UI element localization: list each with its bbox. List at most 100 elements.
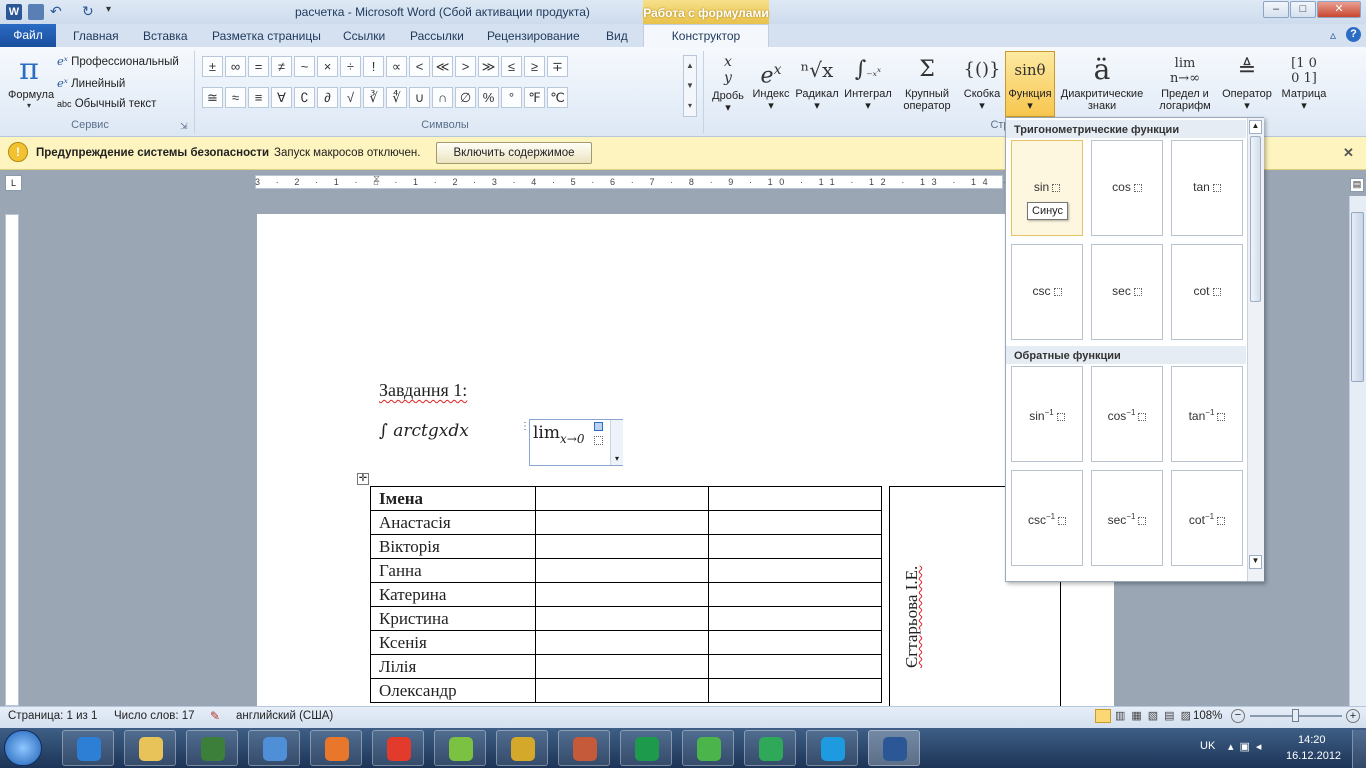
- inverse-function-cos[interactable]: cos−1: [1091, 366, 1163, 462]
- table-cell[interactable]: Анастасія: [370, 510, 536, 535]
- taskbar-firefox-button[interactable]: [310, 730, 362, 766]
- gallery-scroll-thumb[interactable]: [1250, 136, 1261, 302]
- start-button[interactable]: [4, 730, 42, 766]
- symbol-button[interactable]: ±: [202, 56, 223, 77]
- linear-button[interactable]: eˣ Линейный: [57, 76, 125, 90]
- limit-equation-box[interactable]: lim x→0 ▾: [529, 419, 623, 466]
- taskbar-qip-button[interactable]: [744, 730, 796, 766]
- scroll-down-icon[interactable]: ▼: [1249, 555, 1262, 569]
- clock-time[interactable]: 14:20: [1298, 734, 1326, 746]
- table-move-handle-icon[interactable]: ✛: [357, 473, 369, 485]
- symbol-button[interactable]: ∜: [386, 87, 407, 108]
- symbol-button[interactable]: ~: [294, 56, 315, 77]
- table-cell[interactable]: [708, 654, 882, 679]
- table-cell[interactable]: Імена: [370, 486, 536, 511]
- collapse-ribbon-icon[interactable]: ▵: [1330, 28, 1336, 42]
- symbol-button[interactable]: ∂: [317, 87, 338, 108]
- taskbar-icq-button[interactable]: [682, 730, 734, 766]
- index-button[interactable]: ex Индекс ▾: [750, 52, 792, 112]
- inverse-function-cot[interactable]: cot−1: [1171, 470, 1243, 566]
- word-app-icon[interactable]: W: [6, 4, 22, 20]
- symbol-button[interactable]: ÷: [340, 56, 361, 77]
- symbol-button[interactable]: ℃: [547, 87, 568, 108]
- tab-references[interactable]: Ссылки: [343, 26, 385, 47]
- maximize-button[interactable]: □: [1290, 1, 1316, 18]
- symbol-button[interactable]: ≤: [501, 56, 522, 77]
- inverse-function-sin[interactable]: sin−1: [1011, 366, 1083, 462]
- taskbar-word-button[interactable]: [868, 730, 920, 766]
- ruler-toggle-icon[interactable]: ▤: [1350, 178, 1364, 192]
- table-cell[interactable]: [535, 486, 709, 511]
- symbol-button[interactable]: ≈: [225, 87, 246, 108]
- taskbar-mail-button[interactable]: [248, 730, 300, 766]
- large-operator-button[interactable]: Σ Крупный оператор: [896, 52, 958, 112]
- table-cell[interactable]: [708, 678, 882, 703]
- tab-file[interactable]: Файл: [0, 24, 56, 47]
- symbol-button[interactable]: =: [248, 56, 269, 77]
- tab-insert[interactable]: Вставка: [143, 26, 188, 47]
- taskbar-utorrent-button[interactable]: [620, 730, 672, 766]
- tab-page-layout[interactable]: Разметка страницы: [212, 26, 321, 47]
- table-cell[interactable]: [708, 606, 882, 631]
- symbol-button[interactable]: ≥: [524, 56, 545, 77]
- symbol-button[interactable]: ∝: [386, 56, 407, 77]
- taskbar-photo-button[interactable]: [558, 730, 610, 766]
- integral-equation[interactable]: ∫ arctgxdx: [379, 421, 469, 441]
- table-cell[interactable]: [708, 486, 882, 511]
- table-cell[interactable]: [535, 534, 709, 559]
- indent-marker-icon[interactable]: ⧖: [373, 174, 383, 192]
- tab-selector[interactable]: L: [5, 175, 22, 191]
- zoom-in-icon[interactable]: +: [1346, 709, 1360, 723]
- inverse-function-sec[interactable]: sec−1: [1091, 470, 1163, 566]
- function-cot[interactable]: cot: [1171, 244, 1243, 340]
- tab-review[interactable]: Рецензирование: [487, 26, 580, 47]
- plain-text-button[interactable]: abc Обычный текст: [57, 98, 156, 110]
- undo-icon[interactable]: ↶: [50, 3, 62, 20]
- table-cell[interactable]: Катерина: [370, 582, 536, 607]
- table-cell[interactable]: [535, 606, 709, 631]
- page-count[interactable]: Страница: 1 из 1: [8, 710, 97, 722]
- symbol-button[interactable]: <: [409, 56, 430, 77]
- table-cell[interactable]: Ксенія: [370, 630, 536, 655]
- redo-icon[interactable]: ↻: [82, 3, 94, 20]
- limit-log-button[interactable]: lim n→∞ Предел и логарифм: [1150, 52, 1220, 112]
- taskbar-explorer-button[interactable]: [124, 730, 176, 766]
- taskbar-skype-button[interactable]: [806, 730, 858, 766]
- symbol-button[interactable]: ≠: [271, 56, 292, 77]
- tab-home[interactable]: Главная: [73, 26, 119, 47]
- table-cell[interactable]: [708, 582, 882, 607]
- taskbar-app-button[interactable]: [434, 730, 486, 766]
- table-cell[interactable]: [535, 582, 709, 607]
- symbol-button[interactable]: °: [501, 87, 522, 108]
- function-tan[interactable]: tan: [1171, 140, 1243, 236]
- symbol-button[interactable]: ∞: [225, 56, 246, 77]
- table-cell[interactable]: [708, 630, 882, 655]
- symbols-scroll[interactable]: ▲ ▼ ▾: [683, 55, 697, 117]
- inverse-function-tan[interactable]: tan−1: [1171, 366, 1243, 462]
- operator-button[interactable]: ≜ Оператор ▾: [1218, 52, 1276, 112]
- tab-constructor[interactable]: Конструктор: [643, 24, 769, 48]
- table-cell[interactable]: Лілія: [370, 654, 536, 679]
- placeholder-box[interactable]: [594, 436, 603, 445]
- input-language[interactable]: UK: [1200, 740, 1215, 752]
- scroll-up-icon[interactable]: ▲: [1249, 120, 1262, 134]
- table-cell[interactable]: Вікторія: [370, 534, 536, 559]
- symbol-button[interactable]: ≅: [202, 87, 223, 108]
- matrix-button[interactable]: [1 00 1] Матрица ▾: [1278, 52, 1330, 112]
- symbol-button[interactable]: ≫: [478, 56, 499, 77]
- symbol-button[interactable]: >: [455, 56, 476, 77]
- minimize-button[interactable]: –: [1263, 1, 1289, 18]
- enable-content-button[interactable]: Включить содержимое: [436, 142, 592, 164]
- table-cell[interactable]: [535, 510, 709, 535]
- table-cell[interactable]: [708, 558, 882, 583]
- table-cell[interactable]: [535, 654, 709, 679]
- tab-mailings[interactable]: Рассылки: [410, 26, 464, 47]
- scroll-thumb[interactable]: [1351, 212, 1364, 382]
- radical-button[interactable]: ⁿ√x Радикал ▾: [794, 52, 840, 112]
- tray-icons[interactable]: ▴▣◂: [1228, 740, 1267, 753]
- symbol-button[interactable]: ∅: [455, 87, 476, 108]
- save-icon[interactable]: [28, 4, 44, 20]
- formula-button[interactable]: π Формула ▾: [8, 51, 54, 117]
- table-cell[interactable]: [708, 534, 882, 559]
- taskbar-hp-button[interactable]: [186, 730, 238, 766]
